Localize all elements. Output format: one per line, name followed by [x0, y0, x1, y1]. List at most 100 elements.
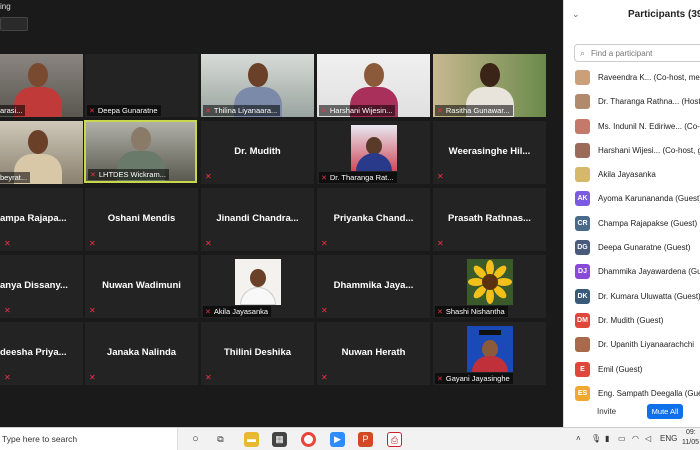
participant-row[interactable]: DK Dr. Kumara Uluwatta (Guest) [564, 285, 700, 309]
participant-name: Nuwan Herath [341, 347, 406, 358]
video-tile[interactable]: Prasath Rathnas... ✕ [433, 188, 546, 251]
participant-name-label: ✕ Gayani Jayasinghe [435, 373, 513, 384]
mute-all-button[interactable]: Mute All [647, 404, 683, 419]
muted-mic-icon: ✕ [321, 306, 328, 315]
participant-name-label: ✕ Shashi Nishantha [435, 306, 508, 317]
video-tile[interactable]: Weerasinghe Hil... ✕ [433, 121, 546, 184]
battery-icon[interactable]: ▭ [618, 434, 626, 443]
video-tile[interactable]: ✕ Rasitha Gunawar... [433, 54, 546, 117]
participant-name-label: ✕a Amarasi... [0, 105, 26, 116]
video-tile[interactable]: deesha Priya... ✕ [0, 322, 83, 385]
participant-name: ampa Rajapa... [0, 213, 67, 224]
video-tile[interactable]: Dr. Mudith ✕ [201, 121, 314, 184]
participant-name: Dr. Mudith (Guest) [598, 315, 664, 325]
taskbar-search[interactable]: Type here to search [0, 428, 178, 450]
video-tile[interactable]: ✕tha Abeyrat... [0, 121, 83, 184]
participant-name: Ms. Indunil N. Ediriwe... (Co-ho [598, 121, 700, 131]
participant-row[interactable]: Ms. Indunil N. Ediriwe... (Co-ho [564, 115, 700, 139]
avatar [575, 94, 590, 110]
invite-button[interactable]: Invite [597, 407, 616, 416]
window-title: ing [0, 2, 11, 11]
zoom-icon[interactable]: ▶ [330, 432, 345, 447]
participant-name: Champa Rajapakse (Guest) [598, 218, 698, 228]
participant-row[interactable]: Raveendra K... (Co-host, me) [564, 66, 700, 90]
participant-row[interactable]: E Emil (Guest) [564, 358, 700, 382]
muted-mic-icon: ✕ [205, 108, 211, 115]
participant-row[interactable]: Akila Jayasanka [564, 163, 700, 187]
muted-mic-icon: ✕ [437, 376, 443, 383]
chrome-icon[interactable] [301, 432, 316, 447]
muted-mic-icon: ✕ [89, 306, 96, 315]
muted-mic-icon: ✕ [4, 239, 11, 248]
video-tile[interactable]: ✕a Amarasi... [0, 54, 83, 117]
clock-time[interactable]: 09: [686, 429, 696, 436]
participant-row[interactable]: AK Ayoma Karunananda (Guest) [564, 187, 700, 211]
microphone-icon[interactable]: 🎙 [591, 434, 601, 443]
cortana-icon[interactable]: ○ [188, 432, 203, 447]
participant-row[interactable]: CR Champa Rajapakse (Guest) [564, 212, 700, 236]
volume-icon[interactable]: ◁ [645, 434, 651, 443]
participant-name-label: ✕ LHTDES Wickram... [88, 169, 169, 180]
participant-name: Nuwan Wadimuni [102, 280, 181, 291]
video-tile[interactable]: ✕ Harshani Wijesin... [317, 54, 430, 117]
video-tile[interactable]: Thilini Deshika ✕ [201, 322, 314, 385]
avatar: CR [575, 215, 590, 231]
muted-mic-icon: ✕ [4, 306, 11, 315]
clock-date[interactable]: 11/05 [682, 439, 699, 446]
participant-row[interactable]: DG Deepa Gunaratne (Guest) [564, 236, 700, 260]
participant-row[interactable]: DM Dr. Mudith (Guest) [564, 309, 700, 333]
meeting-area: ing ✕a Amarasi... ✕Deepa Gunaratne ✕Thil… [0, 0, 563, 427]
participant-name: Akila Jayasanka [598, 170, 656, 180]
participant-row[interactable]: DJ Dhammika Jayawardena (Gues [564, 260, 700, 284]
video-tile[interactable]: ✕ Thilina Liyanaara... [201, 54, 314, 117]
language-indicator[interactable]: ENG [660, 434, 677, 443]
file-explorer-icon[interactable]: ▬ [244, 432, 259, 447]
active-speaker-tile[interactable]: ✕ LHTDES Wickram... [84, 120, 197, 183]
participant-name: Emil (Guest) [598, 364, 643, 374]
chevron-down-icon[interactable]: ⌄ [572, 9, 580, 20]
video-tile[interactable]: ✕ Deepa Gunaratne [85, 54, 198, 117]
video-tile[interactable]: ampa Rajapa... ✕ [0, 188, 83, 251]
task-view-icon[interactable]: ⧉ [213, 432, 228, 447]
participant-name: Raveendra K... (Co-host, me) [598, 73, 700, 82]
video-tile[interactable]: Jinandi Chandra... ✕ [201, 188, 314, 251]
video-tile[interactable]: ✕ Shashi Nishantha [433, 255, 546, 318]
chevron-up-icon[interactable]: ˄ [576, 434, 581, 443]
avatar [575, 142, 590, 158]
participants-header: ⌄ Participants (39) [564, 0, 700, 30]
participants-footer: Invite Mute All [564, 400, 700, 427]
video-tile[interactable]: Janaka Nalinda ✕ [85, 322, 198, 385]
video-tile[interactable]: Priyanka Chand... ✕ [317, 188, 430, 251]
muted-mic-icon: ✕ [321, 239, 328, 248]
participant-name: Dhammika Jaya... [333, 280, 414, 291]
participant-name: Prasath Rathnas... [448, 213, 531, 224]
participant-name: Priyanka Chand... [333, 213, 414, 224]
search-input[interactable] [591, 47, 700, 59]
view-button[interactable] [0, 17, 28, 31]
participant-name-label: ✕ Rasitha Gunawar... [435, 105, 513, 116]
network-icon[interactable]: ▮ [605, 434, 609, 443]
muted-mic-icon: ✕ [321, 108, 327, 115]
participant-row[interactable]: Harshani Wijesi... (Co-host, gu [564, 139, 700, 163]
participant-name: Dhammika Jayawardena (Gues [598, 267, 700, 277]
video-tile[interactable]: ✕ Gayani Jayasinghe [433, 322, 546, 385]
participant-row[interactable]: Dr. Tharanga Rathna... (Host) [564, 90, 700, 114]
avatar [575, 337, 590, 353]
avatar [575, 118, 590, 134]
video-tile[interactable]: ✕ Dr. Tharanga Rat... [317, 121, 430, 184]
video-tile[interactable]: Nuwan Herath ✕ [317, 322, 430, 385]
pdf-icon[interactable]: ⎙ [387, 432, 402, 447]
wifi-icon[interactable]: ◠ [632, 434, 639, 443]
video-tile[interactable]: Oshani Mendis ✕ [85, 188, 198, 251]
participant-search[interactable]: ⌕ [574, 44, 700, 62]
muted-mic-icon: ✕ [205, 172, 212, 181]
video-tile[interactable]: Nuwan Wadimuni ✕ [85, 255, 198, 318]
app-icon[interactable]: ▦ [272, 432, 287, 447]
powerpoint-icon[interactable]: P [358, 432, 373, 447]
video-tile[interactable]: ✕ Akila Jayasanka [201, 255, 314, 318]
video-tile[interactable]: anya Dissany... ✕ [0, 255, 83, 318]
participant-row[interactable]: Dr. Upanith Liyanaarachchi [564, 333, 700, 357]
video-tile[interactable]: Dhammika Jaya... ✕ [317, 255, 430, 318]
avatar: AK [575, 191, 590, 207]
participant-name: Oshani Mendis [107, 213, 176, 224]
